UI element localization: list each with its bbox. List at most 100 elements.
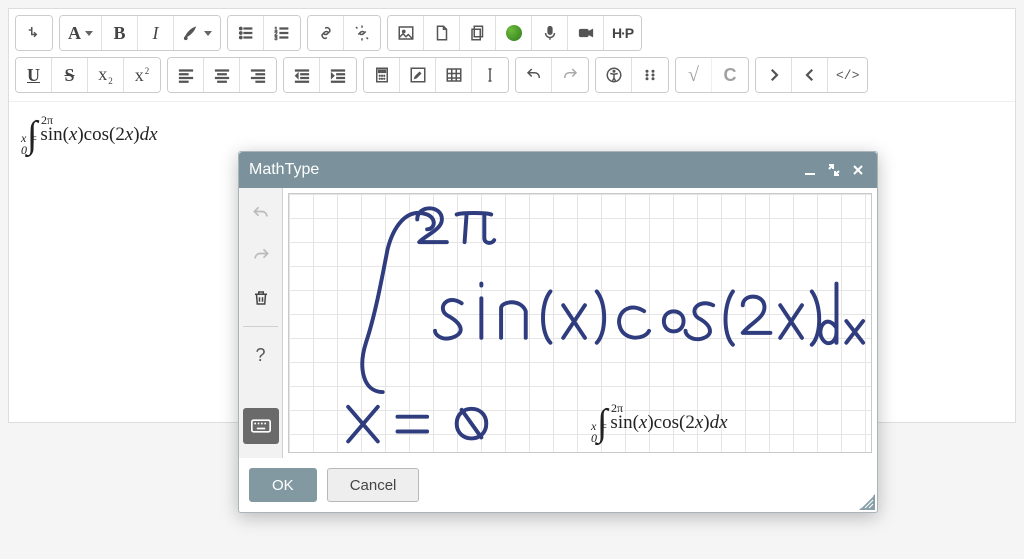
accessibility-button[interactable] <box>596 58 632 92</box>
chevron-left-icon <box>801 66 819 84</box>
microphone-icon <box>541 24 559 42</box>
keyboard-mode-button[interactable] <box>243 408 279 444</box>
html-source-button[interactable]: </> <box>828 58 867 92</box>
strikethrough-button[interactable]: S <box>52 58 88 92</box>
kaltura-button[interactable] <box>496 16 532 50</box>
handwriting-redo-button[interactable] <box>243 238 279 274</box>
font-family-dropdown[interactable]: A <box>60 16 102 50</box>
align-center-icon <box>213 66 231 84</box>
expand-toolbar-button[interactable] <box>16 16 52 50</box>
cancel-button[interactable]: Cancel <box>327 468 420 502</box>
sqrt-icon: √ <box>688 64 699 87</box>
math-sqrt-button[interactable]: √ <box>676 58 712 92</box>
modal-maximize-button[interactable] <box>825 161 843 179</box>
copy-document-button[interactable] <box>460 16 496 50</box>
chem-button[interactable]: C <box>712 58 748 92</box>
integrand: sin(x)cos(2x)dx <box>40 124 157 146</box>
mathtype-modal: MathType ? <box>238 151 878 513</box>
pencil-square-icon <box>409 66 427 84</box>
insert-file-button[interactable] <box>424 16 460 50</box>
align-left-button[interactable] <box>168 58 204 92</box>
unordered-list-button[interactable] <box>228 16 264 50</box>
align-right-button[interactable] <box>240 58 276 92</box>
edit-button[interactable] <box>400 58 436 92</box>
insert-table-button[interactable] <box>436 58 472 92</box>
image-icon <box>397 24 415 42</box>
editor-toolbar: A B I 123 <box>9 9 1015 102</box>
text-color-dropdown[interactable] <box>174 16 220 50</box>
superscript-button[interactable]: x2 <box>124 58 160 92</box>
code-icon: </> <box>836 68 859 83</box>
undo-button[interactable] <box>516 58 552 92</box>
close-icon <box>852 164 864 176</box>
chem-icon: C <box>724 65 737 86</box>
link-button[interactable] <box>308 16 344 50</box>
integral-lower-bound: x = 0 <box>591 420 607 444</box>
subscript-button[interactable]: x2 <box>88 58 124 92</box>
chevron-right-icon <box>765 66 783 84</box>
chevron-down-icon <box>204 31 212 36</box>
handwriting-canvas[interactable]: ∫ 2π x = 0 sin(x)cos(2x)dx <box>288 193 872 453</box>
chevron-down-icon <box>85 31 93 36</box>
insert-image-button[interactable] <box>388 16 424 50</box>
bold-button[interactable]: B <box>102 16 138 50</box>
video-icon <box>577 24 595 42</box>
redo-icon <box>561 66 579 84</box>
modal-resize-handle[interactable] <box>859 494 875 510</box>
handwriting-undo-button[interactable] <box>243 196 279 232</box>
handwriting-clear-button[interactable] <box>243 280 279 316</box>
text-cursor-button[interactable] <box>472 58 508 92</box>
outdent-button[interactable] <box>284 58 320 92</box>
minimize-icon <box>804 164 816 176</box>
record-video-button[interactable] <box>568 16 604 50</box>
modal-titlebar[interactable]: MathType <box>239 152 877 188</box>
mathtype-side-toolbar: ? <box>239 188 283 458</box>
toolbar-row-1: A B I 123 <box>15 15 1009 51</box>
record-audio-button[interactable] <box>532 16 568 50</box>
recognized-equation-preview: ∫ 2π x = 0 sin(x)cos(2x)dx <box>597 404 857 442</box>
bullet-list-icon <box>237 24 255 42</box>
ok-button-label: OK <box>272 477 294 494</box>
redo-icon <box>251 246 271 266</box>
align-center-button[interactable] <box>204 58 240 92</box>
inserted-math-equation[interactable]: ∫ 2π x = 0 sin(x)cos(2x)dx <box>27 116 158 154</box>
integral-lower-bound: x = 0 <box>21 132 37 156</box>
brush-icon <box>182 24 200 42</box>
redo-button[interactable] <box>552 58 588 92</box>
braille-button[interactable] <box>632 58 668 92</box>
h5p-button[interactable]: H·P <box>604 16 641 50</box>
table-icon <box>445 66 463 84</box>
modal-button-row: OK Cancel <box>239 458 877 512</box>
italic-button[interactable]: I <box>138 16 174 50</box>
outdent-icon <box>293 66 311 84</box>
unlink-button[interactable] <box>344 16 380 50</box>
integral-upper-bound: 2π <box>611 402 623 414</box>
ok-button[interactable]: OK <box>249 468 317 502</box>
modal-minimize-button[interactable] <box>801 161 819 179</box>
text-cursor-icon <box>481 66 499 84</box>
modal-close-button[interactable] <box>849 161 867 179</box>
align-left-icon <box>177 66 195 84</box>
link-icon <box>317 24 335 42</box>
strikethrough-icon: S <box>64 65 74 86</box>
calculator-button[interactable] <box>364 58 400 92</box>
calculator-icon <box>373 66 391 84</box>
file-icon <box>433 24 451 42</box>
braille-icon <box>641 66 659 84</box>
handwriting-help-button[interactable]: ? <box>243 337 279 373</box>
maximize-icon <box>828 164 840 176</box>
indent-icon <box>329 66 347 84</box>
toolbar-row-2: U S x2 x2 <box>15 57 1009 93</box>
accessibility-icon <box>605 66 623 84</box>
integral-symbol: ∫ 2π x = 0 <box>27 116 37 154</box>
bold-icon: B <box>113 23 125 44</box>
align-right-icon <box>249 66 267 84</box>
cancel-button-label: Cancel <box>350 477 397 494</box>
ordered-list-button[interactable]: 123 <box>264 16 300 50</box>
integral-upper-bound: 2π <box>41 114 53 126</box>
underline-button[interactable]: U <box>16 58 52 92</box>
keyboard-icon <box>251 419 271 433</box>
prev-button[interactable] <box>792 58 828 92</box>
indent-button[interactable] <box>320 58 356 92</box>
next-button[interactable] <box>756 58 792 92</box>
